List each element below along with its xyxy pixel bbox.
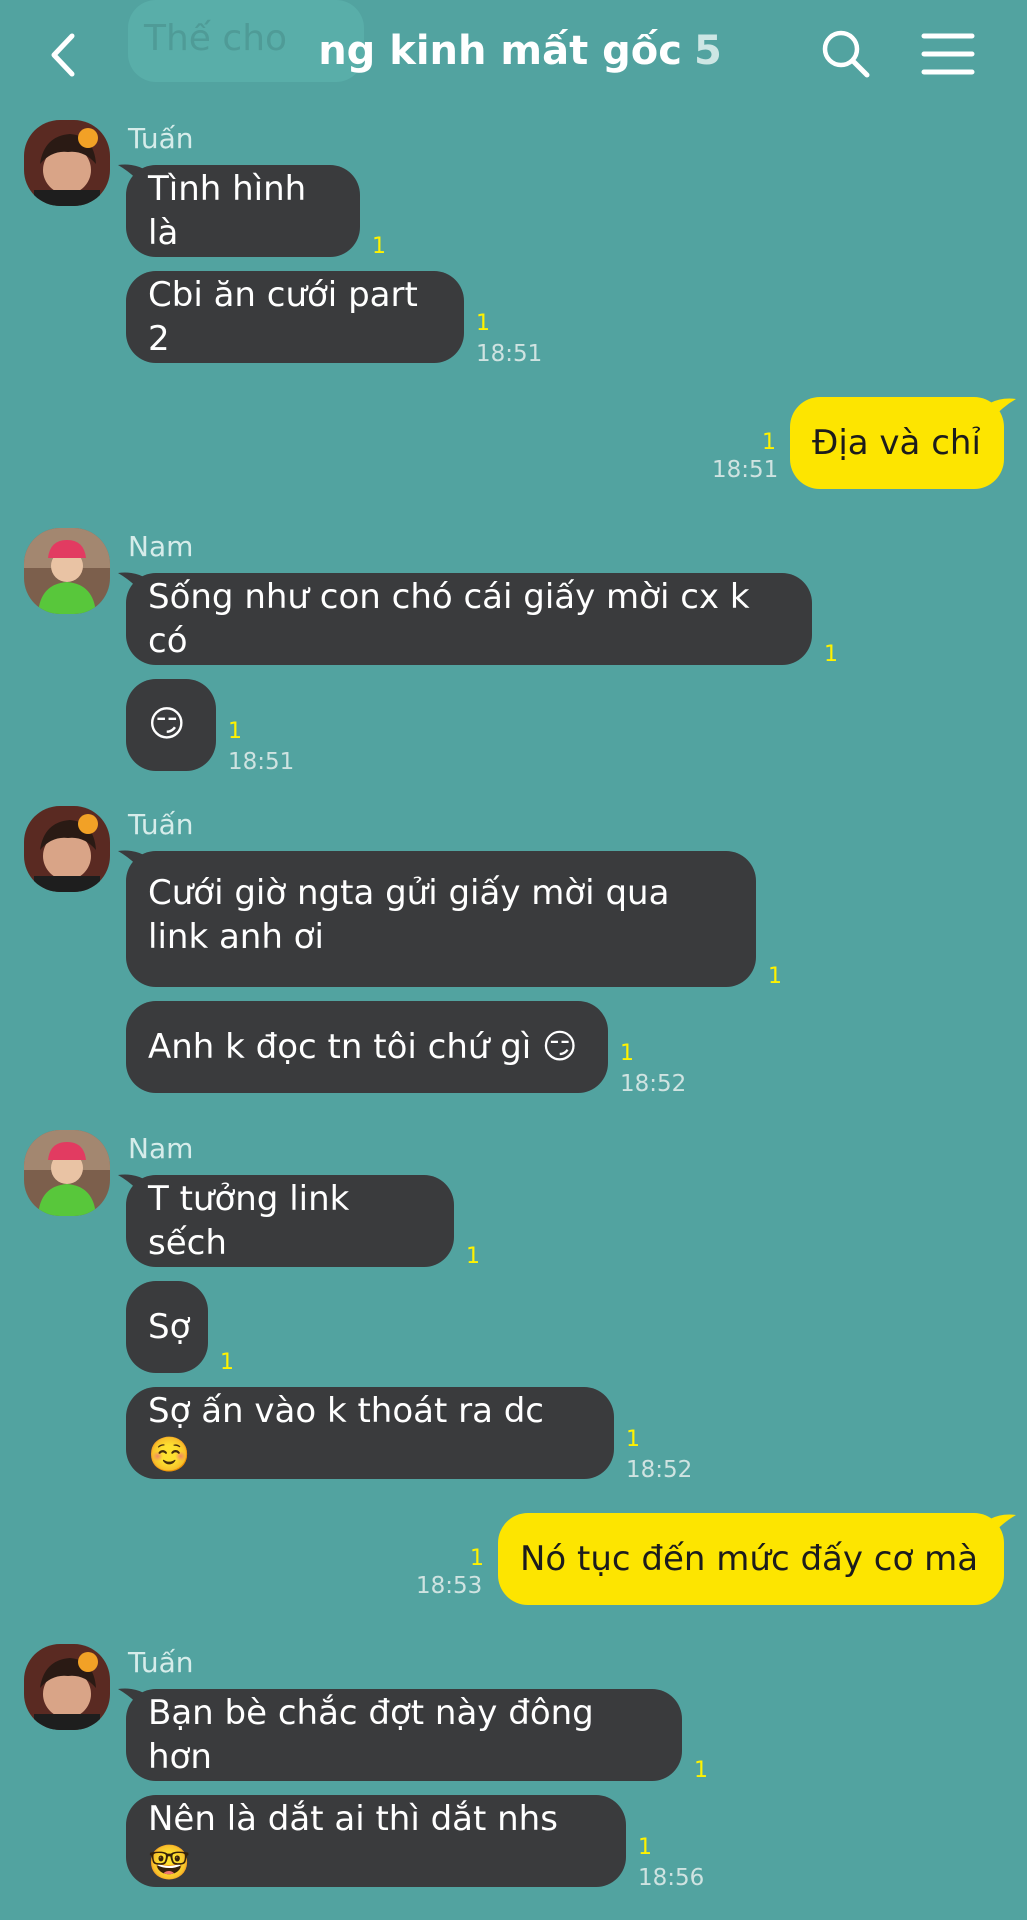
unread-count: 1 xyxy=(470,1546,484,1571)
message-bubble[interactable]: Cưới giờ ngta gửi giấy mời qua link anh … xyxy=(126,851,756,987)
message-text: Địa và chỉ xyxy=(812,423,981,463)
back-arrow-icon[interactable] xyxy=(40,30,90,80)
message-time: 18:51 xyxy=(476,341,543,367)
message-text: Cbi ăn cưới part 2 xyxy=(148,275,418,359)
chat-title-text: ng kinh mất gốc xyxy=(318,28,682,74)
message-text: Sợ ấn vào k thoát ra dc ☺️ xyxy=(148,1391,544,1475)
message-bubble[interactable]: Anh k đọc tn tôi chứ gì 😏 xyxy=(126,1001,608,1093)
unread-count: 1 xyxy=(476,311,490,336)
sender-name: Nam xyxy=(128,1132,194,1165)
member-count: 5 xyxy=(693,28,722,74)
message-text: 😏 xyxy=(148,704,186,745)
message-text: Nó tục đến mức đấy cơ mà xyxy=(520,1539,979,1579)
message-bubble[interactable]: Tình hình là xyxy=(126,165,360,257)
search-icon[interactable] xyxy=(818,26,874,82)
message-time: 18:51 xyxy=(712,457,779,483)
unread-count: 1 xyxy=(220,1350,234,1375)
message-time: 18:52 xyxy=(620,1071,687,1097)
avatar-nam[interactable] xyxy=(24,528,110,614)
message-bubble[interactable]: Bạn bè chắc đợt này đông hơn xyxy=(126,1689,682,1781)
unread-count: 1 xyxy=(824,642,838,667)
message-text: Anh k đọc tn tôi chứ gì 😏 xyxy=(148,1027,578,1067)
avatar-tuan[interactable] xyxy=(24,1644,110,1730)
my-message-bubble[interactable]: Địa và chỉ xyxy=(790,397,1004,489)
unread-count: 1 xyxy=(638,1835,652,1860)
message-text: Sợ xyxy=(148,1307,191,1347)
unread-count: 1 xyxy=(620,1041,634,1066)
avatar-tuan[interactable] xyxy=(24,120,110,206)
unread-count: 1 xyxy=(626,1427,640,1452)
message-text: Sống như con chó cái giấy mời cx k có xyxy=(148,577,750,661)
message-text: Bạn bè chắc đợt này đông hơn xyxy=(148,1693,594,1777)
sender-name: Tuấn xyxy=(128,1646,194,1679)
sender-name: Tuấn xyxy=(128,122,194,155)
unread-count: 1 xyxy=(768,964,782,989)
avatar-tuan[interactable] xyxy=(24,806,110,892)
unread-count: 1 xyxy=(762,430,776,455)
message-text: Cưới giờ ngta gửi giấy mời qua link anh … xyxy=(148,873,670,957)
sender-name: Nam xyxy=(128,530,194,563)
message-bubble[interactable]: Sợ ấn vào k thoát ra dc ☺️ xyxy=(126,1387,614,1479)
message-time: 18:51 xyxy=(228,749,295,775)
message-bubble[interactable]: Sống như con chó cái giấy mời cx k có xyxy=(126,573,812,665)
message-time: 18:52 xyxy=(626,1457,693,1483)
message-text: Tình hình là xyxy=(148,169,307,253)
message-text: Nên là dắt ai thì dắt nhs 🤓 xyxy=(148,1799,558,1883)
message-time: 18:56 xyxy=(638,1865,705,1891)
chat-title: ng kinh mất gốc 5 xyxy=(250,28,790,74)
bubble-tail xyxy=(990,1514,1016,1537)
message-bubble[interactable]: T tưởng link sếch xyxy=(126,1175,454,1267)
menu-icon[interactable] xyxy=(920,26,976,82)
chat-header: Thế cho ng kinh mất gốc 5 xyxy=(0,0,1027,110)
message-bubble[interactable]: Nên là dắt ai thì dắt nhs 🤓 xyxy=(126,1795,626,1887)
message-text: T tưởng link sếch xyxy=(148,1179,350,1263)
unread-count: 1 xyxy=(466,1244,480,1269)
message-bubble[interactable]: 😏 xyxy=(126,679,216,771)
message-bubble[interactable]: Cbi ăn cưới part 2 xyxy=(126,271,464,363)
unread-count: 1 xyxy=(372,234,386,259)
avatar-nam[interactable] xyxy=(24,1130,110,1216)
unread-count: 1 xyxy=(228,719,242,744)
message-time: 18:53 xyxy=(416,1573,483,1599)
sender-name: Tuấn xyxy=(128,808,194,841)
message-bubble[interactable]: Sợ xyxy=(126,1281,208,1373)
my-message-bubble[interactable]: Nó tục đến mức đấy cơ mà xyxy=(498,1513,1004,1605)
unread-count: 1 xyxy=(694,1758,708,1783)
bubble-tail xyxy=(990,398,1016,421)
